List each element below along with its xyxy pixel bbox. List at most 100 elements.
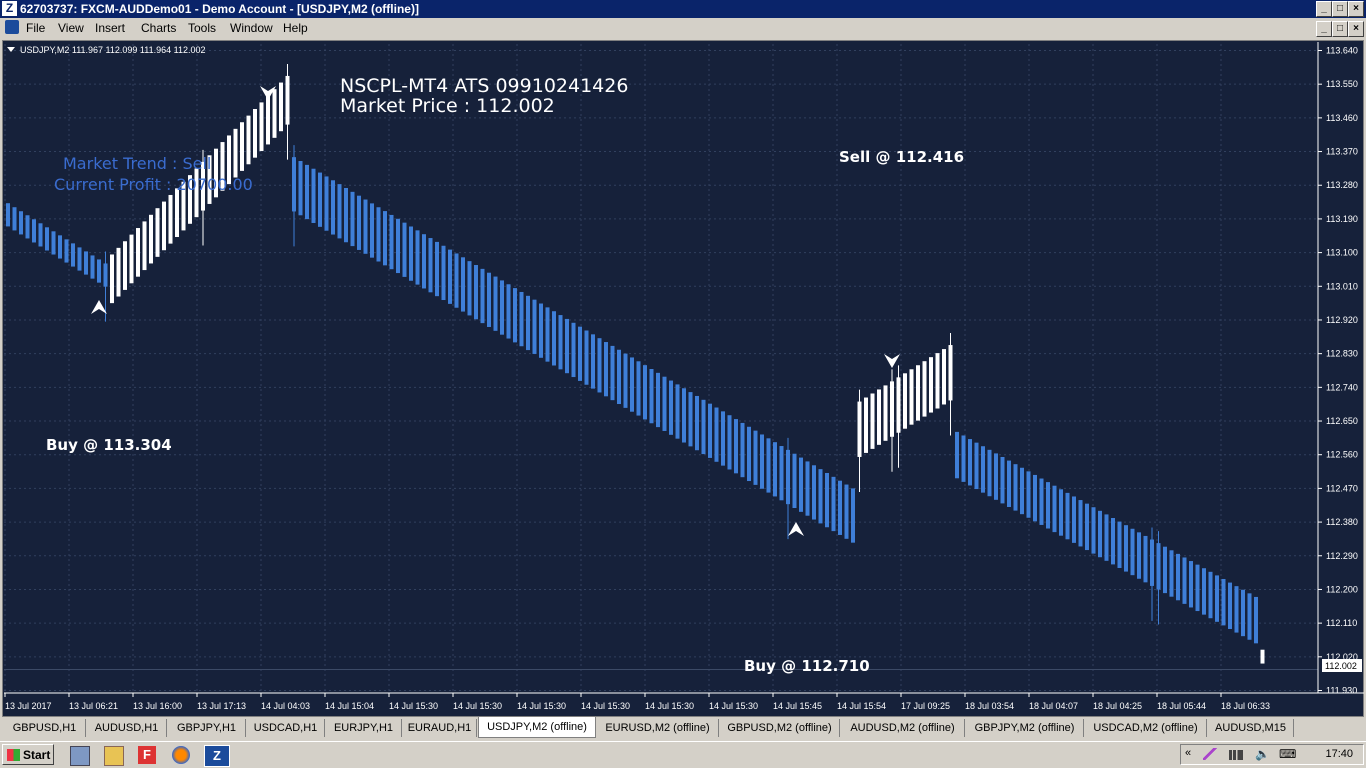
buy-arrow-icon bbox=[788, 522, 804, 536]
chart-tab[interactable]: AUDUSD,M15 bbox=[1208, 719, 1294, 737]
price-tick-label: 113.460 bbox=[1326, 113, 1358, 123]
price-tick-label: 112.380 bbox=[1326, 517, 1358, 527]
bear-candle bbox=[1137, 532, 1141, 579]
bear-candle bbox=[591, 334, 595, 389]
bear-candle bbox=[1130, 528, 1135, 576]
bear-candle bbox=[474, 265, 478, 320]
bear-candle bbox=[383, 211, 387, 266]
chart-tab[interactable]: EURJPY,H1 bbox=[326, 719, 402, 737]
bear-candle bbox=[6, 203, 10, 227]
windows-logo-icon bbox=[7, 749, 20, 761]
bear-candle bbox=[1241, 589, 1245, 637]
bear-candle bbox=[552, 311, 556, 366]
network-icon[interactable]: ⌨ bbox=[1279, 747, 1296, 761]
chart-tab[interactable]: EURUSD,M2 (offline) bbox=[597, 719, 719, 737]
bear-candle bbox=[968, 439, 972, 486]
bull-candle bbox=[942, 349, 946, 405]
time-tick-label: 14 Jul 15:30 bbox=[389, 701, 438, 711]
bear-candle bbox=[1143, 535, 1148, 583]
bull-candle bbox=[259, 102, 264, 152]
bull-candle bbox=[149, 214, 153, 264]
bear-candle bbox=[64, 239, 69, 263]
bear-candle bbox=[1254, 596, 1258, 644]
bear-candle bbox=[1176, 553, 1180, 601]
time-tick-label: 18 Jul 06:33 bbox=[1221, 701, 1270, 711]
chart-tab[interactable]: USDCAD,M2 (offline) bbox=[1085, 719, 1207, 737]
bear-candle bbox=[415, 230, 420, 285]
bear-candle bbox=[1117, 521, 1122, 568]
bear-candle bbox=[519, 291, 524, 347]
desktop-icon[interactable] bbox=[70, 746, 90, 766]
time-tick-label: 14 Jul 04:03 bbox=[261, 701, 310, 711]
bear-candle bbox=[987, 449, 992, 497]
current-profit-text: Current Profit : 20700.00 bbox=[54, 175, 253, 194]
chart-tab[interactable]: GBPJPY,H1 bbox=[168, 719, 246, 737]
bear-candle bbox=[721, 411, 725, 466]
bear-candle bbox=[350, 191, 355, 247]
bear-candle bbox=[305, 164, 309, 220]
bear-candle bbox=[513, 288, 517, 343]
bear-candle bbox=[448, 249, 452, 304]
price-tick-label: 113.010 bbox=[1326, 281, 1358, 291]
bull-candle bbox=[240, 122, 244, 171]
volume-icon[interactable]: 🔈 bbox=[1255, 747, 1270, 761]
bear-candle bbox=[617, 349, 621, 405]
bear-candle bbox=[747, 426, 751, 482]
price-tick-label: 112.110 bbox=[1326, 618, 1357, 628]
bear-candle bbox=[1059, 489, 1063, 536]
bear-candle bbox=[435, 241, 439, 297]
price-tick-label: 113.100 bbox=[1326, 248, 1358, 258]
fxcm-icon[interactable]: F bbox=[138, 746, 156, 764]
bear-candle bbox=[493, 276, 498, 331]
bear-candle bbox=[649, 368, 654, 424]
chart-tab[interactable]: GBPUSD,M2 (offline) bbox=[720, 719, 840, 737]
price-tick-label: 112.290 bbox=[1326, 551, 1358, 561]
tray-expand-icon[interactable]: « bbox=[1185, 747, 1191, 759]
chart-tab[interactable]: EURAUD,H1 bbox=[403, 719, 477, 737]
bear-candle bbox=[38, 223, 43, 247]
firefox-icon[interactable] bbox=[172, 746, 190, 764]
chart-tab[interactable]: AUDUSD,M2 (offline) bbox=[841, 719, 965, 737]
bear-candle bbox=[532, 299, 537, 354]
bull-candle bbox=[110, 254, 114, 304]
bear-candle bbox=[760, 434, 764, 489]
bear-candle bbox=[363, 199, 368, 254]
bull-candle bbox=[864, 397, 868, 453]
start-button[interactable]: Start bbox=[2, 744, 54, 765]
bull-candle bbox=[266, 95, 270, 145]
folder-icon[interactable] bbox=[104, 746, 124, 766]
bull-candle bbox=[935, 353, 940, 409]
bear-candle bbox=[695, 395, 699, 451]
bear-candle bbox=[825, 472, 829, 528]
bull-candle bbox=[136, 228, 140, 277]
chart-tab[interactable]: GBPJPY,M2 (offline) bbox=[966, 719, 1084, 737]
chart-tab[interactable]: USDJPY,M2 (offline) bbox=[478, 717, 596, 738]
bear-candle bbox=[1202, 568, 1206, 615]
bear-candle bbox=[584, 330, 589, 385]
time-axis: 13 Jul 2017 13 Jul 06:21 13 Jul 16:00 13 Ju… bbox=[4, 692, 1364, 711]
signal-icon[interactable] bbox=[1229, 750, 1243, 760]
sell-arrow-icon bbox=[884, 354, 900, 368]
bear-candle bbox=[610, 345, 615, 401]
bear-candle bbox=[799, 457, 803, 512]
bear-candle bbox=[1046, 482, 1050, 529]
buy-label-1: Buy @ 113.304 bbox=[46, 436, 172, 454]
pen-icon[interactable] bbox=[1203, 748, 1217, 760]
price-chart[interactable]: 113.640 113.550 113.460 113.370 113.280 113.1… bbox=[0, 0, 1366, 717]
bear-candle bbox=[402, 222, 407, 277]
chart-tab[interactable]: USDCAD,H1 bbox=[247, 719, 325, 737]
bear-candle bbox=[1124, 525, 1128, 572]
chart-label-dropdown-icon[interactable] bbox=[7, 47, 15, 52]
bull-candle bbox=[116, 247, 121, 297]
bear-candle bbox=[526, 295, 530, 351]
chart-tab[interactable]: AUDUSD,H1 bbox=[87, 719, 167, 737]
bear-candle bbox=[656, 372, 660, 428]
mt4-taskbar-icon[interactable]: Z bbox=[204, 745, 230, 767]
bear-candle bbox=[571, 322, 576, 378]
bull-candle bbox=[929, 357, 933, 413]
bear-candle bbox=[454, 253, 459, 308]
bull-candle bbox=[1260, 649, 1265, 664]
chart-tab[interactable]: GBPUSD,H1 bbox=[4, 719, 86, 737]
price-tick-label: 113.640 bbox=[1326, 46, 1358, 56]
price-tick-label: 111.930 bbox=[1326, 686, 1357, 696]
